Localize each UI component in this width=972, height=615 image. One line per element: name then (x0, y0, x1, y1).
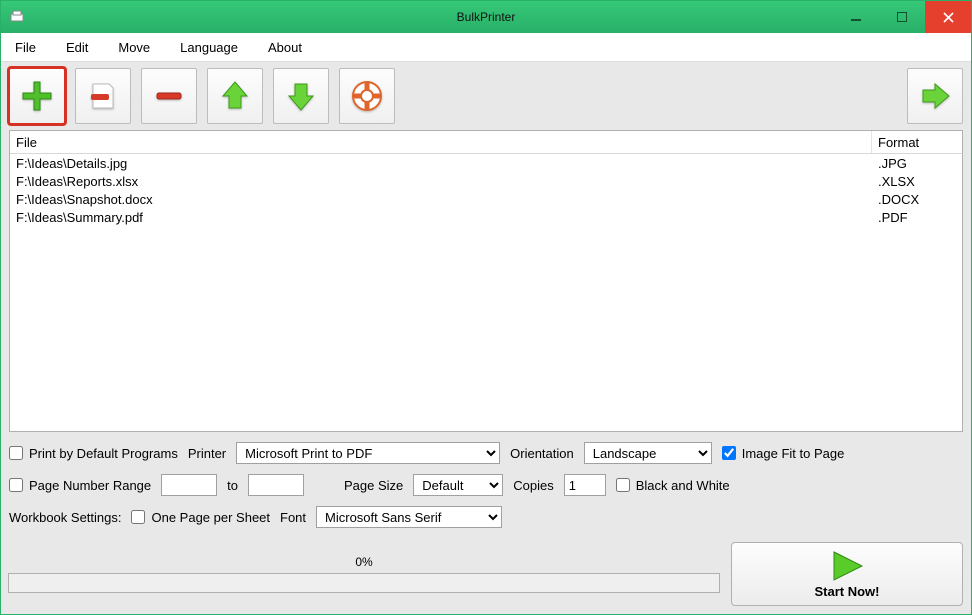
file-list[interactable]: File Format F:\Ideas\Details.jpg .JPG F:… (9, 130, 963, 432)
cell-file: F:\Ideas\Summary.pdf (10, 210, 872, 225)
arrow-up-icon (217, 78, 253, 114)
plus-icon (19, 78, 55, 114)
workbook-settings-label: Workbook Settings: (9, 510, 121, 525)
page-range-checkbox[interactable]: Page Number Range (9, 478, 151, 493)
remove-button[interactable] (141, 68, 197, 124)
one-page-label: One Page per Sheet (151, 510, 270, 525)
cell-file: F:\Ideas\Reports.xlsx (10, 174, 872, 189)
menu-file[interactable]: File (11, 38, 40, 57)
print-default-input[interactable] (9, 446, 23, 460)
one-page-checkbox[interactable]: One Page per Sheet (131, 510, 270, 525)
printer-label: Printer (188, 446, 226, 461)
copies-input[interactable] (564, 474, 606, 496)
cell-format: .JPG (872, 156, 962, 171)
cell-format: .DOCX (872, 192, 962, 207)
menu-move[interactable]: Move (114, 38, 154, 57)
app-window: BulkPrinter File Edit Move Language Abou… (0, 0, 972, 615)
font-label: Font (280, 510, 306, 525)
page-range-to[interactable] (248, 474, 304, 496)
black-white-input[interactable] (616, 478, 630, 492)
image-fit-label: Image Fit to Page (742, 446, 845, 461)
menubar: File Edit Move Language About (1, 33, 971, 62)
menu-edit[interactable]: Edit (62, 38, 92, 57)
progress-area: 0% (9, 555, 719, 593)
settings-panel: Print by Default Programs Printer Micros… (9, 442, 963, 606)
window-controls (833, 1, 971, 33)
page-range-label: Page Number Range (29, 478, 151, 493)
cell-format: .PDF (872, 210, 962, 225)
orientation-label: Orientation (510, 446, 574, 461)
content-area: File Format F:\Ideas\Details.jpg .JPG F:… (1, 62, 971, 614)
list-header: File Format (10, 131, 962, 154)
printer-select[interactable]: Microsoft Print to PDF (236, 442, 500, 464)
arrow-down-icon (283, 78, 319, 114)
move-up-button[interactable] (207, 68, 263, 124)
image-fit-input[interactable] (722, 446, 736, 460)
maximize-button[interactable] (879, 1, 925, 33)
print-default-label: Print by Default Programs (29, 446, 178, 461)
list-body: F:\Ideas\Details.jpg .JPG F:\Ideas\Repor… (10, 154, 962, 431)
start-label: Start Now! (815, 584, 880, 599)
help-button[interactable] (339, 68, 395, 124)
progress-percent: 0% (355, 555, 372, 569)
column-file[interactable]: File (10, 131, 872, 153)
titlebar: BulkPrinter (1, 1, 971, 33)
column-format[interactable]: Format (872, 131, 962, 153)
next-button[interactable] (907, 68, 963, 124)
page-range-input[interactable] (9, 478, 23, 492)
file-remove-icon (85, 78, 121, 114)
play-icon (828, 550, 866, 582)
page-range-from[interactable] (161, 474, 217, 496)
page-size-label: Page Size (344, 478, 403, 493)
toolbar (9, 68, 963, 124)
black-white-checkbox[interactable]: Black and White (616, 478, 730, 493)
print-default-checkbox[interactable]: Print by Default Programs (9, 446, 178, 461)
close-button[interactable] (925, 1, 971, 33)
cell-file: F:\Ideas\Details.jpg (10, 156, 872, 171)
lifebuoy-icon (349, 78, 385, 114)
window-title: BulkPrinter (1, 10, 971, 24)
add-file-button[interactable] (9, 68, 65, 124)
start-button[interactable]: Start Now! (731, 542, 963, 606)
cell-file: F:\Ideas\Snapshot.docx (10, 192, 872, 207)
table-row[interactable]: F:\Ideas\Summary.pdf .PDF (10, 208, 962, 226)
copies-label: Copies (513, 478, 553, 493)
minus-icon (151, 78, 187, 114)
cell-format: .XLSX (872, 174, 962, 189)
menu-language[interactable]: Language (176, 38, 242, 57)
remove-file-button[interactable] (75, 68, 131, 124)
app-icon (9, 9, 25, 25)
move-down-button[interactable] (273, 68, 329, 124)
table-row[interactable]: F:\Ideas\Snapshot.docx .DOCX (10, 190, 962, 208)
table-row[interactable]: F:\Ideas\Reports.xlsx .XLSX (10, 172, 962, 190)
table-row[interactable]: F:\Ideas\Details.jpg .JPG (10, 154, 962, 172)
page-range-to-label: to (227, 478, 238, 493)
orientation-select[interactable]: Landscape (584, 442, 712, 464)
image-fit-checkbox[interactable]: Image Fit to Page (722, 446, 845, 461)
font-select[interactable]: Microsoft Sans Serif (316, 506, 502, 528)
black-white-label: Black and White (636, 478, 730, 493)
progress-bar (8, 573, 720, 593)
one-page-input[interactable] (131, 510, 145, 524)
arrow-right-icon (917, 78, 953, 114)
menu-about[interactable]: About (264, 38, 306, 57)
minimize-button[interactable] (833, 1, 879, 33)
page-size-select[interactable]: Default (413, 474, 503, 496)
